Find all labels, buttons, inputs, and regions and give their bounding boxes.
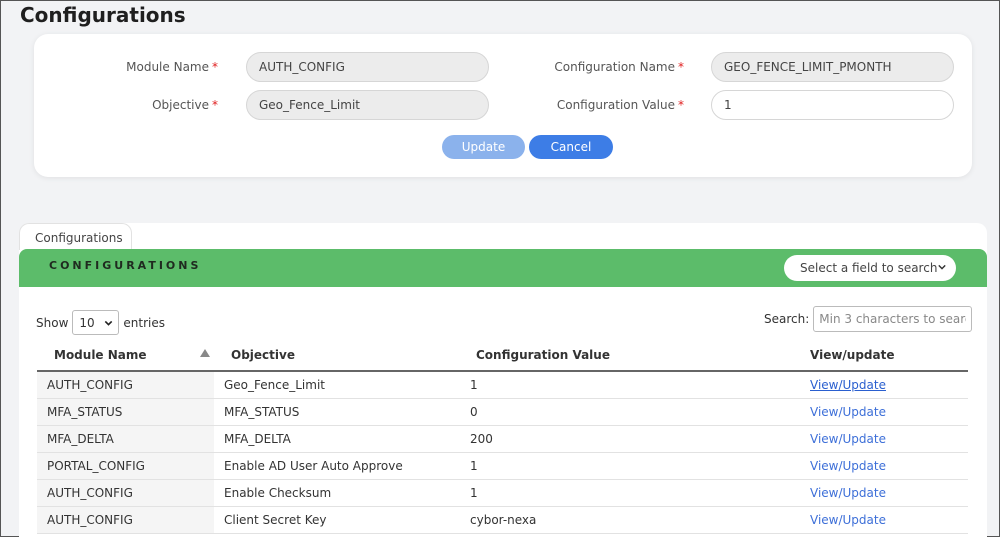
config-value-label: Configuration Value * [556, 98, 684, 112]
cell-config-value: 1 [460, 479, 794, 507]
cancel-button[interactable]: Cancel [529, 135, 613, 159]
table-header-bar: CONFIGURATIONS Select a field to search [19, 249, 987, 287]
chevron-down-icon [938, 264, 946, 270]
required-mark: * [212, 98, 218, 112]
entries-label: entries [123, 315, 165, 330]
field-search-select[interactable]: Select a field to search [784, 255, 956, 281]
sort-asc-icon[interactable] [200, 349, 210, 357]
column-header-config-value[interactable]: Configuration Value [460, 340, 794, 372]
config-name-label: Configuration Name * [554, 60, 684, 74]
chevron-down-icon [105, 320, 113, 326]
table-row: AUTH_CONFIG Client Secret Key cybor-nexa Vi… [37, 506, 968, 534]
view-update-link[interactable]: View/Update [810, 459, 886, 473]
required-mark: * [678, 60, 684, 74]
cell-objective: Enable AD User Auto Approve [214, 452, 460, 480]
objective-field[interactable] [246, 90, 489, 120]
cell-objective: MFA_DELTA [214, 425, 460, 453]
cell-config-value: cybor-nexa [460, 506, 794, 534]
update-button[interactable]: Update [442, 135, 525, 159]
view-update-link[interactable]: View/Update [810, 378, 886, 392]
cell-config-value: 1 [460, 452, 794, 480]
entries-control: Show 10 entries [36, 310, 165, 335]
table-row: AUTH_CONFIG Geo_Fence_Limit 1 View/Update [37, 371, 968, 399]
search-input[interactable] [813, 306, 973, 332]
cell-config-value: 200 [460, 425, 794, 453]
field-search-select-label: Select a field to search [800, 261, 938, 275]
table-row: AUTH_CONFIG Enable Checksum 1 View/Update [37, 479, 968, 507]
show-label: Show [36, 315, 69, 330]
search-label: Search: [764, 312, 810, 326]
module-name-label: Module Name * [126, 60, 218, 74]
table-body: AUTH_CONFIG Geo_Fence_Limit 1 View/Update MF… [37, 371, 968, 534]
required-mark: * [678, 98, 684, 112]
column-header-objective[interactable]: Objective [214, 340, 460, 372]
cell-module-name: PORTAL_CONFIG [37, 452, 214, 480]
cell-module-name: AUTH_CONFIG [37, 371, 214, 399]
table-header-title: CONFIGURATIONS [49, 259, 202, 272]
configurations-panel: Configurations CONFIGURATIONS Select a f… [19, 223, 987, 537]
cell-config-value: 1 [460, 371, 794, 399]
config-form-card: Module Name* Objective* Configuration Na… [34, 34, 972, 177]
view-update-link[interactable]: View/Update [810, 486, 886, 500]
column-header-view-update[interactable]: View/update [794, 340, 968, 372]
module-name-field[interactable] [246, 52, 489, 82]
config-name-field[interactable] [711, 52, 954, 82]
cell-view-update: View/Update [794, 398, 968, 426]
cell-module-name: MFA_DELTA [37, 425, 214, 453]
cell-objective: Geo_Fence_Limit [214, 371, 460, 399]
cell-objective: MFA_STATUS [214, 398, 460, 426]
cell-module-name: AUTH_CONFIG [37, 479, 214, 507]
tab-configurations[interactable]: Configurations [19, 223, 132, 250]
view-update-link[interactable]: View/Update [810, 405, 886, 419]
cell-view-update: View/Update [794, 479, 968, 507]
cell-objective: Client Secret Key [214, 506, 460, 534]
view-update-link[interactable]: View/Update [810, 432, 886, 446]
objective-label: Objective * [152, 98, 218, 112]
cell-view-update: View/Update [794, 452, 968, 480]
table-row: MFA_DELTA MFA_DELTA 200 View/Update [37, 425, 968, 453]
entries-select-value: 10 [79, 316, 95, 330]
table-row: MFA_STATUS MFA_STATUS 0 View/Update [37, 398, 968, 426]
cell-module-name: MFA_STATUS [37, 398, 214, 426]
entries-select[interactable]: 10 [72, 310, 120, 335]
page-title: Configurations [20, 3, 186, 27]
cell-config-value: 0 [460, 398, 794, 426]
cell-view-update: View/Update [794, 506, 968, 534]
required-mark: * [212, 60, 218, 74]
cell-module-name: AUTH_CONFIG [37, 506, 214, 534]
column-header-module[interactable]: Module Name [37, 340, 214, 372]
table-row: PORTAL_CONFIG Enable AD User Auto Approve… [37, 452, 968, 480]
config-value-field[interactable] [711, 90, 954, 120]
configurations-table: Module Name Objective Configuration Valu… [37, 340, 968, 534]
search-control: Search: [764, 306, 973, 332]
cell-view-update: View/Update [794, 425, 968, 453]
view-update-link[interactable]: View/Update [810, 513, 886, 527]
cell-view-update: View/Update [794, 371, 968, 399]
cell-objective: Enable Checksum [214, 479, 460, 507]
table-header-row: Module Name Objective Configuration Valu… [37, 340, 968, 372]
